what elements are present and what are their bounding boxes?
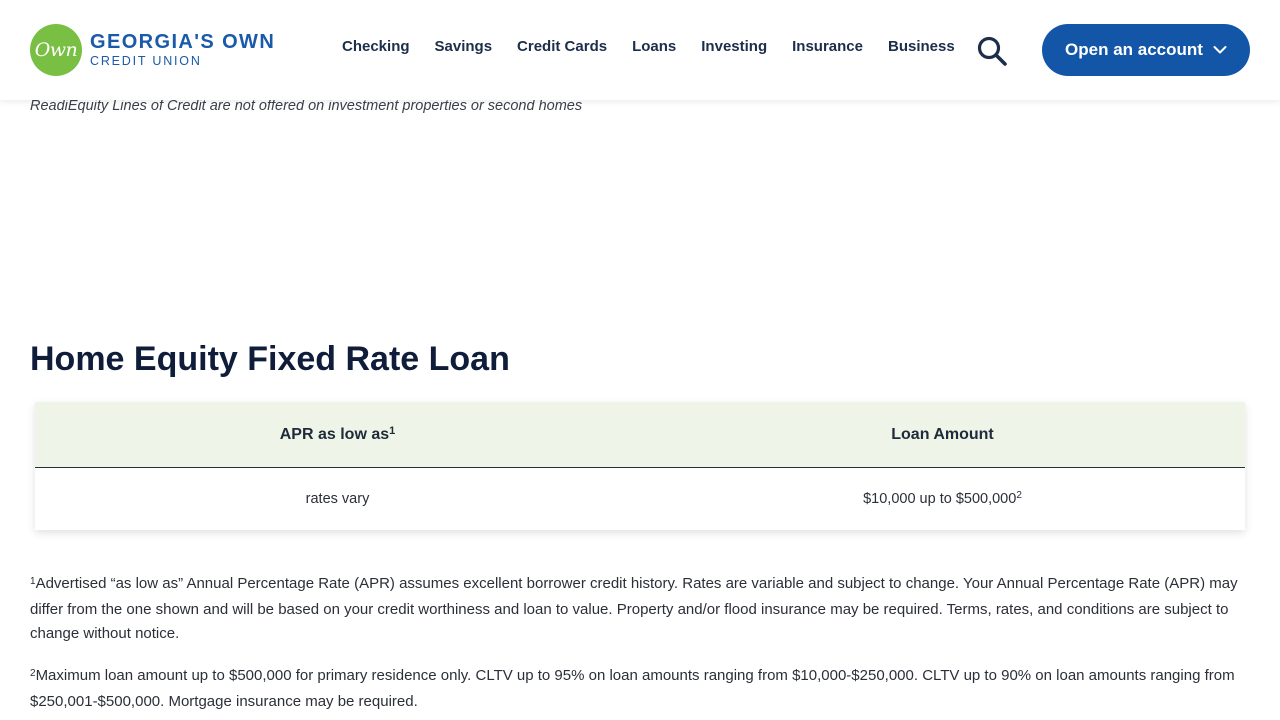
logo-wordmark: GEORGIA'S OWN CREDIT UNION xyxy=(90,32,275,68)
footnote-1-marker: 1 xyxy=(30,576,36,587)
table-cell-loan-amount-value: $10,000 up to $500,000 xyxy=(863,491,1017,507)
nav-item-checking[interactable]: Checking xyxy=(342,38,410,55)
main-nav: Checking Savings Credit Cards Loans Inve… xyxy=(342,38,955,55)
footnote-2-text: Maximum loan amount up to $500,000 for p… xyxy=(30,667,1235,710)
table-row: rates vary $10,000 up to $500,000 2 xyxy=(35,468,1245,530)
site-header: Own GEORGIA'S OWN CREDIT UNION Checking … xyxy=(0,0,1280,100)
page-section-title: Home Equity Fixed Rate Loan xyxy=(30,340,510,378)
nav-item-insurance[interactable]: Insurance xyxy=(792,38,863,55)
nav-item-investing[interactable]: Investing xyxy=(701,38,767,55)
search-icon xyxy=(977,36,1007,66)
nav-item-loans[interactable]: Loans xyxy=(632,38,676,55)
table-cell-apr: rates vary xyxy=(35,468,640,530)
open-account-button[interactable]: Open an account xyxy=(1042,24,1250,76)
logo-name-line2: CREDIT UNION xyxy=(90,54,202,69)
logo[interactable]: Own GEORGIA'S OWN CREDIT UNION xyxy=(30,24,275,76)
table-cell-apr-value: rates vary xyxy=(305,491,370,507)
logo-mark-text: Own xyxy=(34,39,78,61)
table-header-loan-amount-label: Loan Amount xyxy=(891,425,994,443)
footnote-1-text: Advertised “as low as” Annual Percentage… xyxy=(30,575,1238,642)
footnote-ref-2: 2 xyxy=(1016,489,1022,501)
nav-item-credit-cards[interactable]: Credit Cards xyxy=(517,38,607,55)
footnote-2: 2Maximum loan amount up to $500,000 for … xyxy=(30,664,1255,714)
nav-item-business[interactable]: Business xyxy=(888,38,955,55)
table-header-apr-label: APR as low as xyxy=(279,425,390,443)
table-header-loan-amount: Loan Amount xyxy=(640,402,1245,467)
footnote-ref-1: 1 xyxy=(389,424,396,437)
table-header-apr: APR as low as 1 xyxy=(35,402,640,467)
open-account-label: Open an account xyxy=(1065,40,1203,59)
table-cell-loan-amount: $10,000 up to $500,000 2 xyxy=(640,468,1245,530)
chevron-down-icon xyxy=(1213,46,1227,54)
nav-item-savings[interactable]: Savings xyxy=(435,38,493,55)
footnote-2-marker: 2 xyxy=(30,668,36,679)
table-header-row: APR as low as 1 Loan Amount xyxy=(35,402,1245,468)
logo-name-line1: GEORGIA'S OWN xyxy=(90,31,276,54)
logo-mark: Own xyxy=(30,24,82,76)
footnote-1: 1Advertised “as low as” Annual Percentag… xyxy=(30,572,1255,646)
search-button[interactable] xyxy=(976,35,1008,67)
readiequity-disclaimer: ReadiEquity Lines of Credit are not offe… xyxy=(30,98,583,114)
rate-table: APR as low as 1 Loan Amount rates vary $1… xyxy=(35,402,1245,530)
